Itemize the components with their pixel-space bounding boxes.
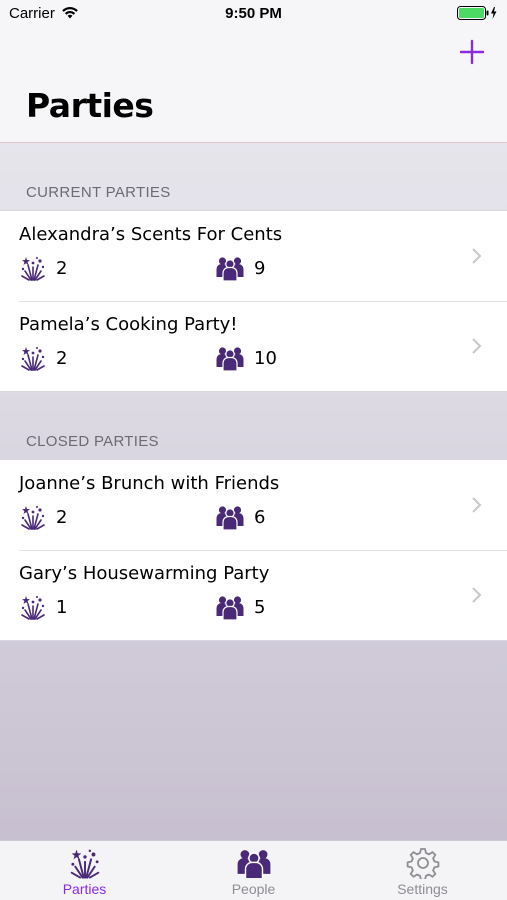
people-icon xyxy=(237,847,271,879)
fireworks-icon xyxy=(19,594,47,620)
chevron-right-icon xyxy=(472,338,482,354)
fireworks-icon xyxy=(19,504,47,530)
status-bar: Carrier 9:50 PM xyxy=(0,0,507,28)
section-header-closed: CLOSED PARTIES xyxy=(26,433,159,450)
tab-people[interactable]: People xyxy=(169,841,338,900)
tab-bar: Parties People Settings xyxy=(0,840,507,900)
list-item[interactable]: Pamela’s Cooking Party! 2 10 xyxy=(0,301,507,391)
page-title: Parties xyxy=(26,86,154,125)
people-count: 9 xyxy=(254,258,266,279)
people-icon xyxy=(216,594,244,620)
navigation-header: Carrier 9:50 PM Parties xyxy=(0,0,507,143)
people-icon xyxy=(216,504,244,530)
tab-parties[interactable]: Parties xyxy=(0,841,169,900)
people-count: 10 xyxy=(254,348,277,369)
battery-icon xyxy=(457,6,497,20)
people-icon xyxy=(216,255,244,281)
tab-label: People xyxy=(231,881,276,897)
closed-parties-list: Joanne’s Brunch with Friends 2 6 Gary’s … xyxy=(0,459,507,641)
party-title: Gary’s Housewarming Party xyxy=(19,563,270,584)
tab-label: Settings xyxy=(397,881,448,897)
party-title: Alexandra’s Scents For Cents xyxy=(19,224,283,245)
list-item[interactable]: Joanne’s Brunch with Friends 2 6 xyxy=(0,460,507,550)
party-count: 2 xyxy=(56,507,68,528)
party-title: Pamela’s Cooking Party! xyxy=(19,314,238,335)
fireworks-icon xyxy=(68,847,102,879)
party-title: Joanne’s Brunch with Friends xyxy=(19,473,280,494)
chevron-right-icon xyxy=(472,248,482,264)
gear-icon xyxy=(406,848,440,879)
people-icon xyxy=(216,345,244,371)
party-count: 2 xyxy=(56,348,68,369)
tab-label: Parties xyxy=(62,881,107,897)
people-count: 6 xyxy=(254,507,266,528)
status-time: 9:50 PM xyxy=(225,5,282,22)
add-party-button[interactable] xyxy=(458,38,486,66)
tab-settings[interactable]: Settings xyxy=(338,841,507,900)
fireworks-icon xyxy=(19,255,47,281)
list-item[interactable]: Gary’s Housewarming Party 1 5 xyxy=(0,550,507,640)
chevron-right-icon xyxy=(472,587,482,603)
party-count: 2 xyxy=(56,258,68,279)
fireworks-icon xyxy=(19,345,47,371)
current-parties-list: Alexandra’s Scents For Cents 2 9 Pamela’… xyxy=(0,210,507,392)
list-item[interactable]: Alexandra’s Scents For Cents 2 9 xyxy=(0,211,507,301)
chevron-right-icon xyxy=(472,497,482,513)
people-count: 5 xyxy=(254,597,266,618)
party-count: 1 xyxy=(56,597,68,618)
section-header-current: CURRENT PARTIES xyxy=(26,184,171,201)
